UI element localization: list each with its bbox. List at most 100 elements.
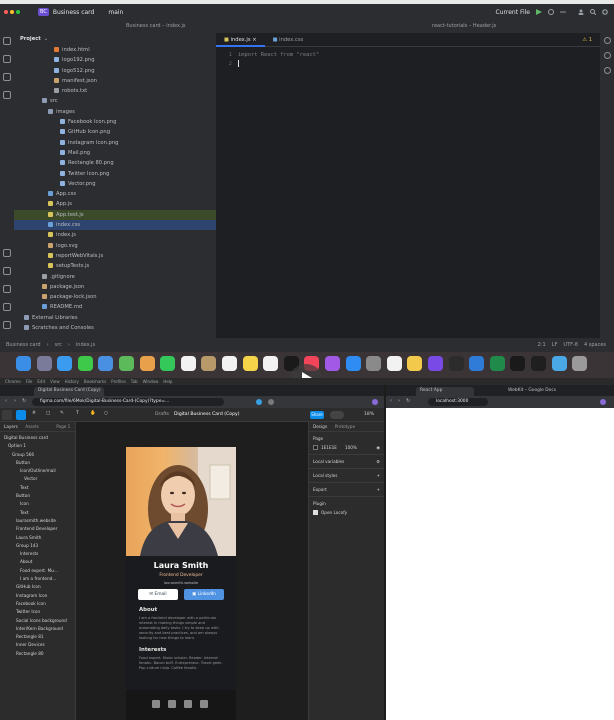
tab-prototype[interactable]: Prototype (335, 424, 355, 429)
webstorm-icon[interactable] (531, 356, 546, 371)
layer-item[interactable]: Option 1 (0, 442, 75, 450)
tree-item[interactable]: manifest.json (14, 76, 216, 86)
reminders-icon[interactable] (222, 356, 237, 371)
back-icon[interactable]: ‹ (5, 398, 7, 404)
settings-icon[interactable]: ⚙ (376, 459, 380, 464)
plugin-item[interactable]: Open Locofy (313, 510, 380, 515)
tab-docs[interactable]: WebKit – Google Docs (508, 388, 556, 393)
debug-icon[interactable] (548, 9, 554, 15)
layer-item[interactable]: GitHub Icon (0, 583, 75, 591)
photos-icon[interactable] (139, 356, 155, 371)
layer-item[interactable]: About (0, 558, 75, 566)
encoding[interactable]: UTF-8 (563, 342, 578, 348)
more-icon[interactable] (560, 9, 566, 15)
layer-item[interactable]: Icon/Outline/mail (0, 467, 75, 475)
layer-item[interactable]: Social Icons background (0, 617, 75, 625)
tab-react-app[interactable]: React App (416, 387, 474, 396)
close-icon[interactable]: × (252, 37, 256, 43)
layer-item[interactable]: Group 143 (0, 542, 75, 550)
finder-icon[interactable] (16, 356, 31, 371)
more-tools-icon[interactable] (3, 91, 11, 99)
layer-item[interactable]: Button (0, 492, 75, 500)
local-styles-row[interactable]: Local styles + (309, 468, 384, 482)
facetime-icon[interactable] (160, 356, 176, 371)
preview-icon[interactable] (386, 356, 402, 371)
calendar-icon[interactable] (180, 356, 196, 371)
tree-item[interactable]: Instagram Icon.png (14, 138, 216, 148)
code-area[interactable]: 1 import React from "react" 2 (216, 47, 600, 69)
figma-canvas[interactable]: Laura Smith Frontend Developer laurasmit… (76, 422, 308, 720)
bg-hex[interactable]: 1E1E1E (321, 445, 337, 450)
run-icon[interactable] (536, 9, 542, 15)
tree-item[interactable]: README.md (14, 302, 216, 312)
tree-item[interactable]: src (14, 96, 216, 106)
tree-item[interactable]: logo512.png (14, 66, 216, 76)
export-row[interactable]: Export + (309, 482, 384, 496)
present-toggle[interactable] (330, 411, 344, 419)
local-variables-row[interactable]: Local variables ⚙ (309, 454, 384, 468)
menu-item[interactable]: History (65, 379, 79, 384)
back-icon[interactable]: ‹ (390, 398, 392, 404)
cursor-position[interactable]: 2:1 (538, 342, 546, 348)
terminal-tool-icon[interactable] (3, 285, 11, 293)
account-icon[interactable] (578, 9, 584, 15)
extension-icon[interactable] (268, 399, 274, 405)
move-tool-icon[interactable] (16, 410, 26, 420)
tree-item[interactable]: App.js (14, 199, 216, 209)
shape-tool-icon[interactable]: □ (46, 411, 50, 416)
forward-icon[interactable]: › (398, 398, 400, 404)
trash-icon[interactable] (572, 356, 588, 371)
minimize-dot-icon[interactable] (10, 10, 14, 14)
menu-item[interactable]: Edit (37, 379, 45, 384)
text-tool-icon[interactable]: T (76, 411, 79, 416)
email-button[interactable]: ✉ Email (138, 589, 178, 600)
reload-icon[interactable]: ↻ (22, 398, 26, 404)
contacts-icon[interactable] (201, 356, 217, 371)
layer-item[interactable]: Rectangle 81 (0, 633, 75, 641)
tab-layers[interactable]: Layers (4, 424, 18, 429)
indent-setting[interactable]: 4 spaces (584, 342, 606, 348)
tree-item[interactable]: logo192.png (14, 55, 216, 65)
pen-tool-icon[interactable]: ✎ (60, 411, 64, 416)
layer-item[interactable]: Button (0, 459, 75, 467)
tab-index-js[interactable]: ■ index.js × (216, 33, 265, 47)
notifications-icon[interactable] (603, 37, 611, 44)
menu-item[interactable]: Window (143, 379, 159, 384)
tree-item[interactable]: External Libraries (14, 313, 216, 323)
status-crumb[interactable]: src (55, 342, 62, 348)
layer-item[interactable]: Inner Devices (0, 641, 75, 649)
appstore-icon[interactable] (345, 356, 361, 371)
tree-item[interactable]: index.js (14, 230, 216, 240)
ai-assistant-icon[interactable] (603, 52, 611, 59)
menu-item[interactable]: Bookmarks (84, 379, 106, 384)
layer-item[interactable]: Laura Smith (0, 534, 75, 542)
page-viewport[interactable] (386, 408, 614, 720)
mail-icon[interactable] (98, 356, 114, 371)
tree-item[interactable]: App.css (14, 189, 216, 199)
notes-icon[interactable] (242, 356, 258, 371)
tree-item[interactable]: setupTests.js (14, 261, 216, 271)
layer-item[interactable]: Instagram Icon (0, 592, 75, 600)
tree-item[interactable]: Twitter Icon.png (14, 169, 216, 179)
vscode-icon[interactable] (469, 356, 485, 371)
extension-icon[interactable] (256, 399, 262, 405)
project-panel-title[interactable]: Project (20, 36, 41, 42)
settings-icon[interactable] (602, 9, 608, 15)
terminal-icon[interactable] (510, 356, 526, 371)
tree-item[interactable]: Scratches and Consoles (14, 323, 216, 333)
tree-item[interactable]: Vector.png (14, 179, 216, 189)
structure-tool-icon[interactable] (3, 73, 11, 81)
commit-tool-icon[interactable] (3, 55, 11, 63)
warnings-indicator[interactable]: ⚠ 1 (582, 37, 592, 43)
menu-item[interactable]: Tab (131, 379, 138, 384)
layer-item[interactable]: Group 566 (0, 451, 75, 459)
tree-item[interactable]: App.test.js (14, 209, 216, 221)
plus-icon[interactable]: + (376, 473, 380, 478)
tree-item[interactable]: robots.txt (14, 86, 216, 96)
project-switcher[interactable]: Business card (53, 9, 95, 16)
file-name[interactable]: Digital Business Card (Copy) (174, 412, 240, 417)
run-tool-icon[interactable] (3, 267, 11, 275)
share-button[interactable]: Share (310, 411, 324, 419)
plugins-tool-icon[interactable] (3, 249, 11, 257)
layer-item[interactable]: Food expert. Mu... (0, 567, 75, 575)
